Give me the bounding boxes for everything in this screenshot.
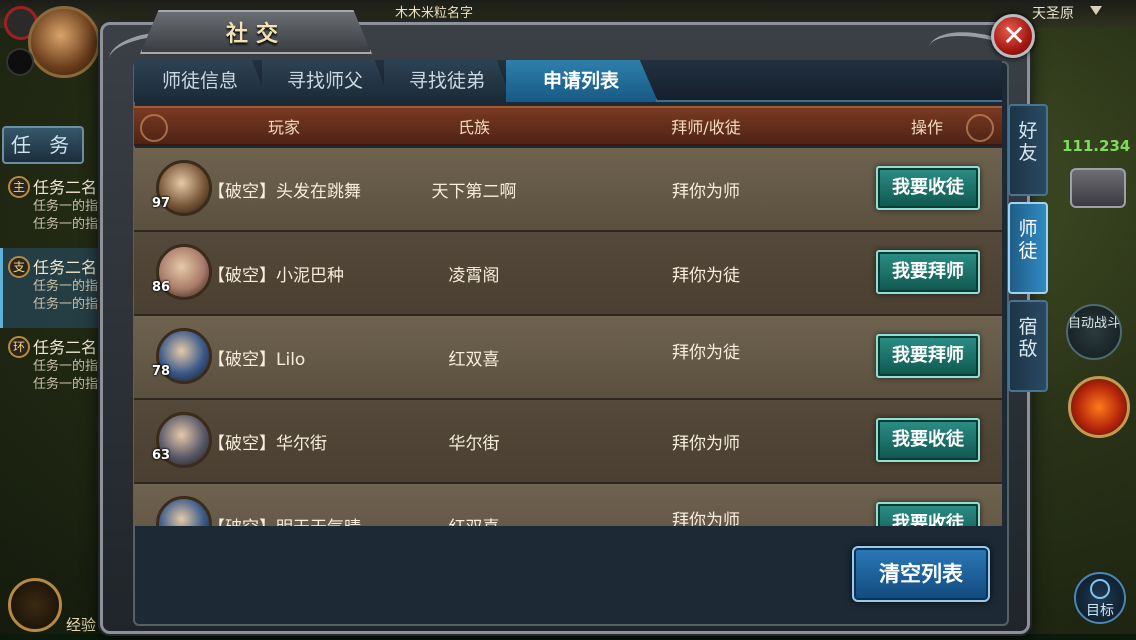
tab-bar: 师徒信息 寻找师父 寻找徒弟 申请列表 xyxy=(134,60,1002,102)
header-ornament-icon xyxy=(140,114,168,142)
exp-bar xyxy=(0,634,1136,640)
avatar[interactable] xyxy=(156,496,212,526)
hud-top-name: 木木米粒名字 xyxy=(395,6,474,21)
column-header-player: 玩家 xyxy=(267,118,300,137)
column-header-clan: 氏族 xyxy=(457,118,490,137)
level-badge: 78 xyxy=(152,364,171,379)
level-badge: 63 xyxy=(152,448,171,463)
task-desc: 任务一的指 xyxy=(33,359,99,374)
target-button[interactable]: 目标 xyxy=(1074,572,1126,624)
clan-name: 红双喜 xyxy=(448,350,500,370)
player-name: 【破空】明天天气晴 xyxy=(208,513,361,526)
tab-application-list[interactable]: 申请列表 xyxy=(506,60,658,102)
table-row: 78 【破空】Lilo 红双喜 拜你为徒 我要拜师 xyxy=(134,316,1002,400)
task-tab[interactable]: 任 务 xyxy=(2,126,84,164)
table-row: 86 【破空】小泥巴种 凌霄阁 拜你为徒 我要拜师 xyxy=(134,232,1002,316)
task-side-badge: 支 xyxy=(8,256,30,278)
level-badge: 97 xyxy=(152,196,171,211)
task-desc: 任务一的指 xyxy=(33,199,99,214)
accept-master-button[interactable]: 我要拜师 xyxy=(876,334,980,378)
treasure-chest-icon[interactable] xyxy=(1070,168,1126,208)
application-list[interactable]: 97 【破空】头发在跳舞 天下第二啊 拜你为师 我要收徒 86 【破空】小泥巴种… xyxy=(134,148,1002,526)
money-counter: 111.234 xyxy=(1062,137,1131,155)
relation-text: 拜你为师 xyxy=(672,511,740,526)
skill-icon[interactable] xyxy=(1068,376,1130,438)
level-badge: 86 xyxy=(152,280,171,295)
close-icon: ✕ xyxy=(1002,19,1026,52)
clan-name: 红双喜 xyxy=(384,513,564,526)
task-desc: 任务一的指 xyxy=(33,279,99,294)
player-name: 【破空】Lilo xyxy=(208,350,306,370)
clear-list-button[interactable]: 清空列表 xyxy=(852,546,990,602)
clan-name: 华尔街 xyxy=(448,434,500,454)
relation-text: 拜你为师 xyxy=(672,182,740,202)
hud-status-dot xyxy=(6,48,34,76)
header-ornament-icon xyxy=(966,114,994,142)
task-title: 任务二名 xyxy=(33,258,98,277)
accept-apprentice-button[interactable]: 我要收徒 xyxy=(876,418,980,462)
player-name: 【破空】小泥巴种 xyxy=(208,266,344,286)
task-list: 主 任务二名 任务一的指 任务一的指 支 任务二名 任务一的指 任务一的指 环 … xyxy=(0,168,108,408)
task-item[interactable]: 支 任务二名 任务一的指 任务一的指 xyxy=(0,248,108,328)
task-item[interactable]: 环 任务二名 任务一的指 任务一的指 xyxy=(0,328,108,408)
accept-apprentice-button[interactable]: 我要收徒 xyxy=(876,166,980,210)
accept-apprentice-button[interactable]: 我要收徒 xyxy=(876,502,980,526)
task-title: 任务二名 xyxy=(33,178,98,197)
relation-text: 拜你为师 xyxy=(672,434,740,454)
clan-name: 天下第二啊 xyxy=(431,182,517,202)
close-button[interactable]: ✕ xyxy=(991,14,1035,58)
task-desc: 任务一的指 xyxy=(33,217,99,232)
relation-text: 拜你为徒 xyxy=(672,343,740,363)
task-desc: 任务一的指 xyxy=(33,377,99,392)
task-main-badge: 主 xyxy=(8,176,30,198)
tab-find-master[interactable]: 寻找师父 xyxy=(262,60,390,102)
table-row: 【破空】明天天气晴 红双喜 拜你为师 我要收徒 xyxy=(134,484,1002,526)
mount-icon[interactable] xyxy=(8,578,62,632)
side-tab-mentorship[interactable]: 师徒 xyxy=(1008,202,1048,294)
relation-text: 拜你为徒 xyxy=(672,266,740,286)
table-header: 玩家 氏族 拜师/收徒 操作 xyxy=(134,106,1002,146)
task-item[interactable]: 主 任务二名 任务一的指 任务一的指 xyxy=(0,168,108,248)
task-loop-badge: 环 xyxy=(8,336,30,358)
region-name[interactable]: 天圣原 xyxy=(1032,3,1074,23)
player-avatar[interactable] xyxy=(28,6,100,78)
task-desc: 任务一的指 xyxy=(33,297,99,312)
exp-label: 经验 xyxy=(66,616,97,634)
chevron-down-icon[interactable] xyxy=(1090,6,1102,15)
column-header-relation: 拜师/收徒 xyxy=(671,118,741,137)
tab-mentor-info[interactable]: 师徒信息 xyxy=(134,60,268,102)
clan-name: 凌霄阁 xyxy=(448,266,500,286)
accept-master-button[interactable]: 我要拜师 xyxy=(876,250,980,294)
side-tab-enemies[interactable]: 宿敌 xyxy=(1008,300,1048,392)
table-row: 97 【破空】头发在跳舞 天下第二啊 拜你为师 我要收徒 xyxy=(134,148,1002,232)
side-tab-friends[interactable]: 好友 xyxy=(1008,104,1048,196)
target-label: 目标 xyxy=(1086,603,1114,619)
player-name: 【破空】头发在跳舞 xyxy=(208,182,361,202)
panel-title: 社交 xyxy=(225,22,286,47)
table-row: 63 【破空】华尔街 华尔街 拜你为师 我要收徒 xyxy=(134,400,1002,484)
crosshair-icon xyxy=(1090,579,1110,599)
auto-battle-button[interactable]: 自动战斗 xyxy=(1066,304,1122,360)
task-title: 任务二名 xyxy=(33,338,98,357)
player-name: 【破空】华尔街 xyxy=(208,434,327,454)
tab-find-apprentice[interactable]: 寻找徒弟 xyxy=(384,60,512,102)
